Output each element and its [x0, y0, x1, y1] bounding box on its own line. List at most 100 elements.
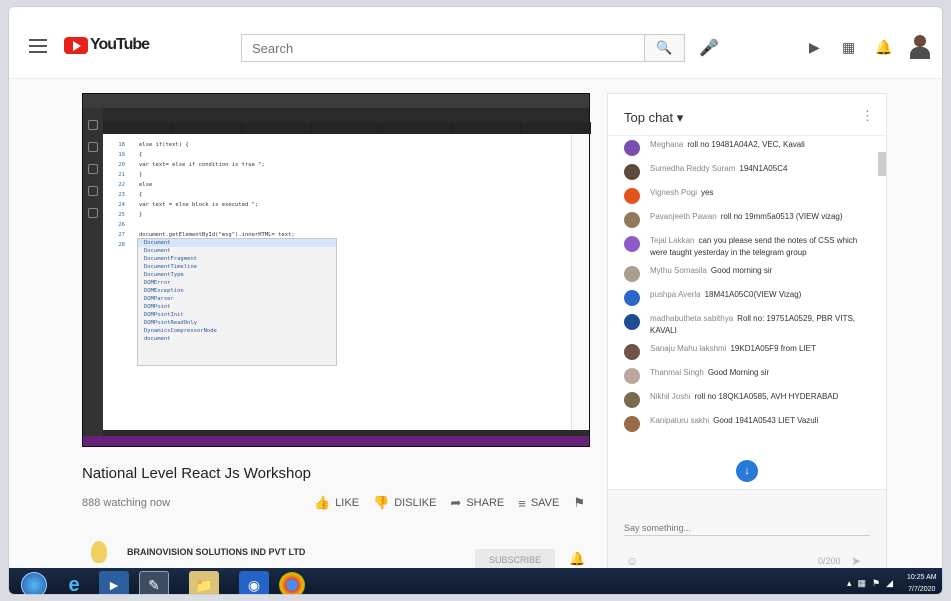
dislike-button[interactable]: 👎 DISLIKE: [373, 495, 436, 511]
chat-message[interactable]: Kanipaluru sakhi Good 1941A0543 LIET Vazu…: [608, 412, 878, 436]
mic-icon[interactable]: 🎤: [699, 38, 719, 58]
chat-message-body: Vignesh Pogi yes: [650, 187, 713, 199]
chat-message[interactable]: Meghana roll no 19481A04A2, VEC, Kavali: [608, 136, 878, 160]
chat-author-avatar[interactable]: [624, 212, 640, 228]
chat-message[interactable]: Vignesh Pogi yes: [608, 184, 878, 208]
chat-author-name[interactable]: Meghana: [650, 140, 683, 149]
flag-icon: ⚑: [573, 495, 586, 510]
start-button[interactable]: [21, 572, 47, 594]
autocomplete-item: Document: [138, 239, 336, 247]
chat-author-avatar[interactable]: [624, 344, 640, 360]
chat-author-avatar[interactable]: [624, 188, 640, 204]
chat-author-name[interactable]: madhabutheta sabithya: [650, 314, 733, 323]
line-number: 21: [118, 172, 125, 178]
chat-author-name[interactable]: Sanaju Mahu lakshmi: [650, 344, 726, 353]
chat-message[interactable]: madhabutheta sabithya Roll no: 19751A0529…: [608, 310, 878, 340]
chat-author-name[interactable]: Sumedha Reddy Suram: [650, 164, 735, 173]
autocomplete-item: DOMPointInit: [144, 312, 184, 318]
chat-author-avatar[interactable]: [624, 368, 640, 384]
send-icon[interactable]: ➤: [851, 554, 861, 568]
chat-mode-selector[interactable]: Top chat ▾: [624, 110, 683, 126]
logo-text: YouTube: [90, 36, 150, 53]
file-explorer-icon[interactable]: 📁: [189, 571, 219, 594]
emoji-icon[interactable]: ☺: [626, 554, 638, 568]
windows-taskbar: e ► ✎ 📁 ◉ ▴ ▦ ⚑ ◢ 10:25 AM 7/7/2020: [9, 568, 942, 595]
line-number: 27: [118, 232, 125, 238]
chat-author-avatar[interactable]: [624, 314, 640, 330]
report-flag-button[interactable]: ⚑: [573, 495, 585, 511]
share-button[interactable]: ➦ SHARE: [450, 495, 504, 511]
dislike-label: DISLIKE: [394, 497, 437, 509]
tray-flag-icon[interactable]: ⚑: [872, 578, 880, 589]
media-player-icon[interactable]: ►: [99, 571, 129, 594]
channel-name[interactable]: BRAINOVISION SOLUTIONS IND PVT LTD: [127, 547, 305, 557]
code-line: {: [139, 152, 143, 158]
paint-app-icon[interactable]: ✎: [139, 571, 169, 594]
chat-author-name[interactable]: Nikhil Joshi: [650, 392, 690, 401]
create-video-icon[interactable]: ▶: [809, 39, 820, 56]
chat-author-avatar[interactable]: [624, 392, 640, 408]
internet-explorer-icon[interactable]: e: [59, 571, 89, 595]
chat-message-text: roll no 19mm5a0513 (VIEW vizag): [720, 212, 843, 221]
line-number: 18: [118, 142, 125, 148]
chat-author-avatar[interactable]: [624, 416, 640, 432]
chat-message[interactable]: Thanmai Singh Good Morning sir: [608, 364, 878, 388]
tray-network-icon[interactable]: ▦: [858, 578, 867, 589]
chat-message-text: Good 1941A0543 LIET Vazuli: [713, 416, 819, 425]
chat-message-text: 194N1A05C4: [739, 164, 788, 173]
tray-volume-icon[interactable]: ◢: [886, 578, 893, 589]
search-box[interactable]: [241, 34, 645, 62]
notifications-bell-icon[interactable]: 🔔: [875, 39, 892, 56]
chat-message-body: madhabutheta sabithya Roll no: 19751A0529…: [650, 313, 868, 337]
chat-message-body: Sanaju Mahu lakshmi 19KD1A05F9 from LIET: [650, 343, 816, 355]
chat-author-name[interactable]: Thanmai Singh: [650, 368, 704, 377]
chat-message[interactable]: Pavanjeeth Pawan roll no 19mm5a0513 (VIEW…: [608, 208, 878, 232]
chat-author-name[interactable]: Mythu Somasila: [650, 266, 707, 275]
like-button[interactable]: 👍 LIKE: [314, 495, 359, 511]
chat-message[interactable]: Sanaju Mahu lakshmi 19KD1A05F9 from LIET: [608, 340, 878, 364]
more-options-icon[interactable]: ⋮: [861, 108, 874, 124]
search-icon: 🔍: [656, 40, 673, 55]
taskbar-clock[interactable]: 10:25 AM 7/7/2020: [907, 572, 937, 594]
search-button[interactable]: 🔍: [645, 34, 685, 62]
autocomplete-item: DOMError: [144, 280, 171, 286]
screen-frame: YouTube 🔍 🎤 ▶ ▦ 🔔 18 else if(text) {19 {20…: [8, 6, 943, 595]
teamviewer-icon[interactable]: ◉: [239, 571, 269, 594]
chat-author-name[interactable]: pushpa Averla: [650, 290, 701, 299]
channel-avatar[interactable]: [91, 541, 107, 563]
chat-author-name[interactable]: Tejal Lakkan: [650, 236, 694, 245]
line-number: 24: [118, 202, 125, 208]
chat-message[interactable]: Nikhil Joshi roll no 18QK1A0585, AVH HYDE…: [608, 388, 878, 412]
chat-author-name[interactable]: Pavanjeeth Pawan: [650, 212, 717, 221]
autocomplete-item: DOMPoint: [144, 304, 171, 310]
youtube-logo[interactable]: YouTube: [64, 36, 150, 54]
playlist-add-icon: ≡: [518, 495, 526, 511]
search-input[interactable]: [242, 35, 644, 61]
autocomplete-item: document: [144, 336, 171, 342]
channel-bell-icon[interactable]: 🔔: [569, 551, 585, 567]
video-player[interactable]: 18 else if(text) {19 {20 var text= else if…: [82, 93, 592, 447]
chat-message[interactable]: Tejal Lakkan can you please send the note…: [608, 232, 878, 262]
code-line: }: [139, 172, 143, 178]
tray-arrow-icon[interactable]: ▴: [847, 578, 852, 589]
chrome-icon[interactable]: [279, 572, 305, 594]
account-avatar[interactable]: [909, 35, 931, 59]
chat-author-avatar[interactable]: [624, 164, 640, 180]
chat-message[interactable]: Mythu Somasila Good morning sir: [608, 262, 878, 286]
menu-icon[interactable]: [29, 39, 47, 53]
save-button[interactable]: ≡ SAVE: [518, 496, 559, 511]
chat-author-name[interactable]: Kanipaluru sakhi: [650, 416, 709, 425]
chat-author-avatar[interactable]: [624, 266, 640, 282]
chat-scrollbar[interactable]: [878, 152, 886, 176]
chat-message[interactable]: Sumedha Reddy Suram 194N1A05C4: [608, 160, 878, 184]
scroll-down-button[interactable]: ↓: [736, 460, 758, 482]
chat-author-avatar[interactable]: [624, 290, 640, 306]
line-number: 23: [118, 192, 125, 198]
chat-message[interactable]: pushpa Averla 18M41A05C0(VIEW Vizag): [608, 286, 878, 310]
line-number: 20: [118, 162, 125, 168]
chat-message-input[interactable]: [624, 520, 870, 536]
chat-author-avatar[interactable]: [624, 236, 640, 252]
apps-grid-icon[interactable]: ▦: [842, 39, 855, 56]
chat-author-name[interactable]: Vignesh Pogi: [650, 188, 697, 197]
chat-author-avatar[interactable]: [624, 140, 640, 156]
